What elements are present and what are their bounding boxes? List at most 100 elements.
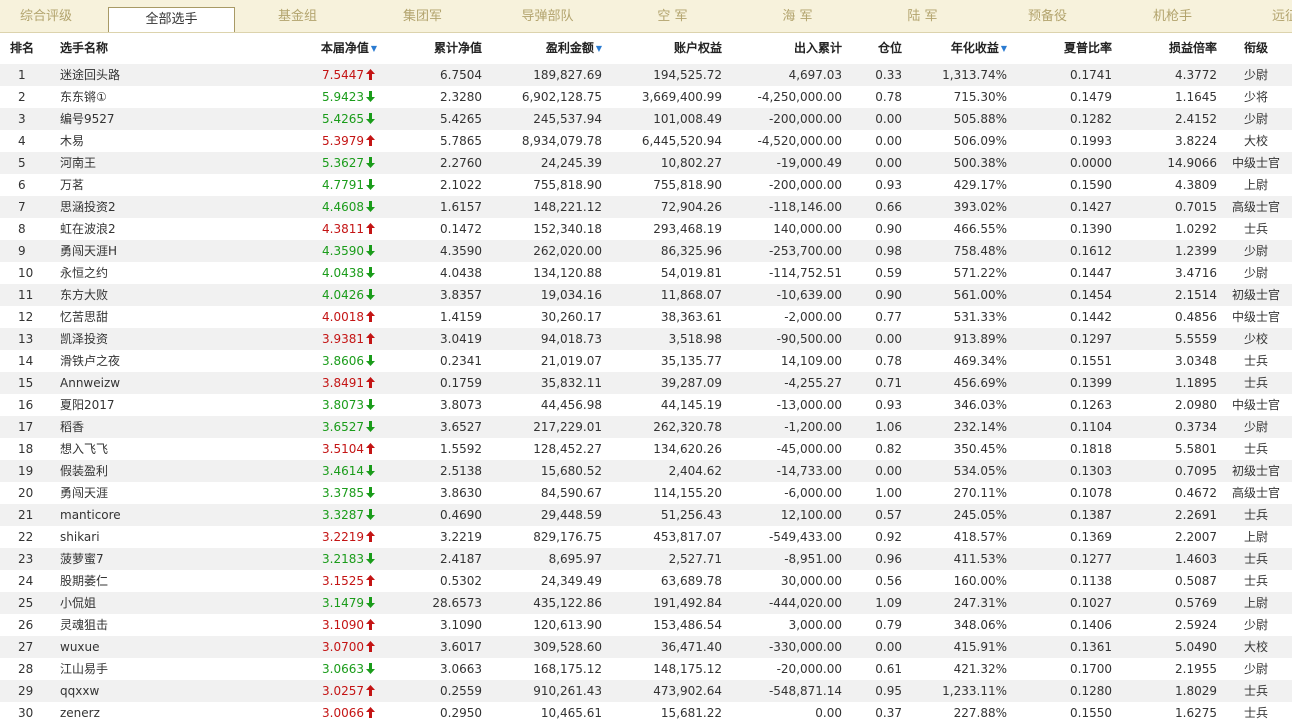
table-row[interactable]: 11 东方大败 4.0426 3.8357 19,034.16 11,868.07 -10,… bbox=[0, 284, 1292, 306]
current-nav-value: 3.3785 bbox=[322, 486, 364, 500]
pl-ratio-cell: 0.5769 bbox=[1175, 596, 1217, 610]
col-position[interactable]: 仓位 bbox=[878, 33, 902, 55]
col-profit[interactable]: 盈利金额 ▼ bbox=[546, 33, 602, 55]
col-player-name[interactable]: 选手名称 bbox=[60, 33, 108, 55]
player-name-link[interactable]: 忆苦思甜 bbox=[60, 306, 108, 328]
table-row[interactable]: 17 稻香 3.6527 3.6527 217,229.01 262,320.78 -1,2… bbox=[0, 416, 1292, 438]
player-name-link[interactable]: 凯泽投资 bbox=[60, 328, 108, 350]
tab-missile-force[interactable]: 导弹部队 bbox=[485, 0, 610, 32]
player-name-link[interactable]: 假装盈利 bbox=[60, 460, 108, 482]
player-name-link[interactable]: qqxxw bbox=[60, 680, 99, 702]
player-name-link[interactable]: 股期萎仁 bbox=[60, 570, 108, 592]
tab-army[interactable]: 陆 军 bbox=[860, 0, 985, 32]
table-row[interactable]: 19 假装盈利 3.4614 2.5138 15,680.52 2,404.62 -14,7… bbox=[0, 460, 1292, 482]
table-row[interactable]: 4 木易 5.3979 5.7865 8,934,079.78 6,445,520.94 -… bbox=[0, 130, 1292, 152]
sharpe-cell: 0.1277 bbox=[1070, 552, 1112, 566]
tab-composite-rating[interactable]: 综合评级 bbox=[0, 0, 92, 32]
player-name-link[interactable]: 木易 bbox=[60, 130, 84, 152]
table-row[interactable]: 5 河南王 5.3627 2.2760 24,245.39 10,802.27 -19,00… bbox=[0, 152, 1292, 174]
player-name-link[interactable]: 江山易手 bbox=[60, 658, 108, 680]
player-name-link[interactable]: 勇闯天涯 bbox=[60, 482, 108, 504]
player-name-link[interactable]: 夏阳2017 bbox=[60, 394, 115, 416]
player-name-link[interactable]: shikari bbox=[60, 526, 100, 548]
col-pl-ratio[interactable]: 损益倍率 bbox=[1169, 33, 1217, 55]
player-name-link[interactable]: wuxue bbox=[60, 636, 100, 658]
table-row[interactable]: 6 万茗 4.7791 2.1022 755,818.90 755,818.90 -200,… bbox=[0, 174, 1292, 196]
table-row[interactable]: 30 zenerz 3.0066 0.2950 10,465.61 15,681.22 0.… bbox=[0, 702, 1292, 724]
table-row[interactable]: 24 股期萎仁 3.1525 0.5302 24,349.49 63,689.78 30,0… bbox=[0, 570, 1292, 592]
tab-group-army[interactable]: 集团军 bbox=[360, 0, 485, 32]
table-row[interactable]: 21 manticore 3.3287 0.4690 29,448.59 51,256.4… bbox=[0, 504, 1292, 526]
tab-all-players[interactable]: 全部选手 bbox=[108, 7, 235, 32]
arrow-down-icon bbox=[364, 200, 375, 214]
player-name-link[interactable]: 迷途回头路 bbox=[60, 64, 120, 86]
table-row[interactable]: 7 思涵投资2 4.4608 1.6157 148,221.12 72,904.26 -11… bbox=[0, 196, 1292, 218]
table-row[interactable]: 14 滑铁卢之夜 3.8606 0.2341 21,019.07 35,135.77 14,… bbox=[0, 350, 1292, 372]
table-row[interactable]: 25 小侃姐 3.1479 28.6573 435,122.86 191,492.84 -4… bbox=[0, 592, 1292, 614]
sharpe-cell: 0.0000 bbox=[1070, 156, 1112, 170]
col-rank[interactable]: 排名 bbox=[10, 33, 34, 55]
table-row[interactable]: 16 夏阳2017 3.8073 3.8073 44,456.98 44,145.19 -1… bbox=[0, 394, 1292, 416]
table-row[interactable]: 27 wuxue 3.0700 3.6017 309,528.60 36,471.40 -3… bbox=[0, 636, 1292, 658]
col-title[interactable]: 衔级 bbox=[1228, 33, 1284, 55]
tab-navy[interactable]: 海 军 bbox=[735, 0, 860, 32]
col-equity[interactable]: 账户权益 bbox=[674, 33, 722, 55]
table-row[interactable]: 22 shikari 3.2219 3.2219 829,176.75 453,817.0… bbox=[0, 526, 1292, 548]
col-cumulative-nav[interactable]: 累计净值 bbox=[434, 33, 482, 55]
sort-desc-icon[interactable]: ▼ bbox=[371, 44, 377, 53]
table-row[interactable]: 13 凯泽投资 3.9381 3.0419 94,018.73 3,518.98 -90,5… bbox=[0, 328, 1292, 350]
player-name-link[interactable]: 思涵投资2 bbox=[60, 196, 116, 218]
player-name-link[interactable]: manticore bbox=[60, 504, 121, 526]
position-cell: 1.06 bbox=[875, 420, 902, 434]
player-name-link[interactable]: 虹在波浪2 bbox=[60, 218, 116, 240]
table-row[interactable]: 26 灵魂狙击 3.1090 3.1090 120,613.90 153,486.54 3,… bbox=[0, 614, 1292, 636]
table-row[interactable]: 15 Annweizw 3.8491 0.1759 35,832.11 39,287.09… bbox=[0, 372, 1292, 394]
tab-fund-group[interactable]: 基金组 bbox=[235, 0, 360, 32]
current-nav-value: 4.0018 bbox=[322, 310, 364, 324]
player-name-link[interactable]: 灵魂狙击 bbox=[60, 614, 108, 636]
table-row[interactable]: 8 虹在波浪2 4.3811 0.1472 152,340.18 293,468.19 14… bbox=[0, 218, 1292, 240]
profit-cell: 35,832.11 bbox=[540, 376, 602, 390]
player-name-link[interactable]: 万茗 bbox=[60, 174, 84, 196]
player-name-link[interactable]: 想入飞飞 bbox=[60, 438, 108, 460]
player-name-link[interactable]: 小侃姐 bbox=[60, 592, 96, 614]
current-nav-cell: 3.0257 bbox=[322, 680, 375, 702]
tab-machine-gunner[interactable]: 机枪手 bbox=[1110, 0, 1235, 32]
table-row[interactable]: 12 忆苦思甜 4.0018 1.4159 30,260.17 38,363.61 -2,0… bbox=[0, 306, 1292, 328]
rank-cell: 7 bbox=[18, 200, 26, 214]
player-name-link[interactable]: 稻香 bbox=[60, 416, 84, 438]
table-row[interactable]: 20 勇闯天涯 3.3785 3.8630 84,590.67 114,155.20 -6,… bbox=[0, 482, 1292, 504]
table-row[interactable]: 23 菠萝蜜7 3.2183 2.4187 8,695.97 2,527.71 -8,951… bbox=[0, 548, 1292, 570]
player-name-link[interactable]: 编号9527 bbox=[60, 108, 115, 130]
tab-air-force[interactable]: 空 军 bbox=[610, 0, 735, 32]
pl-ratio-cell: 1.6275 bbox=[1175, 706, 1217, 720]
arrow-down-icon bbox=[364, 112, 375, 126]
table-row[interactable]: 29 qqxxw 3.0257 0.2559 910,261.43 473,902.64 -… bbox=[0, 680, 1292, 702]
col-sharpe[interactable]: 夏普比率 bbox=[1064, 33, 1112, 55]
sort-desc-icon[interactable]: ▼ bbox=[596, 44, 602, 53]
player-name-link[interactable]: 菠萝蜜7 bbox=[60, 548, 104, 570]
table-row[interactable]: 3 编号9527 5.4265 5.4265 245,537.94 101,008.49 -… bbox=[0, 108, 1292, 130]
col-flow[interactable]: 出入累计 bbox=[794, 33, 842, 55]
col-current-nav[interactable]: 本届净值 ▼ bbox=[321, 33, 377, 55]
player-name-link[interactable]: zenerz bbox=[60, 702, 100, 724]
table-row[interactable]: 10 永恒之约 4.0438 4.0438 134,120.88 54,019.81 -11… bbox=[0, 262, 1292, 284]
player-name-link[interactable]: 永恒之约 bbox=[60, 262, 108, 284]
player-name-link[interactable]: 勇闯天涯H bbox=[60, 240, 117, 262]
table-row[interactable]: 18 想入飞飞 3.5104 1.5592 128,452.27 134,620.26 -4… bbox=[0, 438, 1292, 460]
table-row[interactable]: 9 勇闯天涯H 4.3590 4.3590 262,020.00 86,325.96 -25… bbox=[0, 240, 1292, 262]
col-annual-return[interactable]: 年化收益 ▼ bbox=[951, 33, 1007, 55]
tab-reserve[interactable]: 预备役 bbox=[985, 0, 1110, 32]
table-row[interactable]: 1 迷途回头路 7.5447 6.7504 189,827.69 194,525.72 4,… bbox=[0, 64, 1292, 86]
player-name-link[interactable]: 河南王 bbox=[60, 152, 96, 174]
tab-expedition[interactable]: 远征 bbox=[1272, 0, 1292, 32]
equity-cell: 63,689.78 bbox=[660, 574, 722, 588]
player-name-link[interactable]: Annweizw bbox=[60, 372, 120, 394]
player-name-link[interactable]: 滑铁卢之夜 bbox=[60, 350, 120, 372]
sort-desc-icon[interactable]: ▼ bbox=[1001, 44, 1007, 53]
table-row[interactable]: 28 江山易手 3.0663 3.0663 168,175.12 148,175.12 -2… bbox=[0, 658, 1292, 680]
player-name-link[interactable]: 东方大败 bbox=[60, 284, 108, 306]
player-name-link[interactable]: 东东锵① bbox=[60, 86, 107, 108]
flow-cell: 14,109.00 bbox=[780, 354, 842, 368]
table-row[interactable]: 2 东东锵① 5.9423 2.3280 6,902,128.75 3,669,400.9… bbox=[0, 86, 1292, 108]
